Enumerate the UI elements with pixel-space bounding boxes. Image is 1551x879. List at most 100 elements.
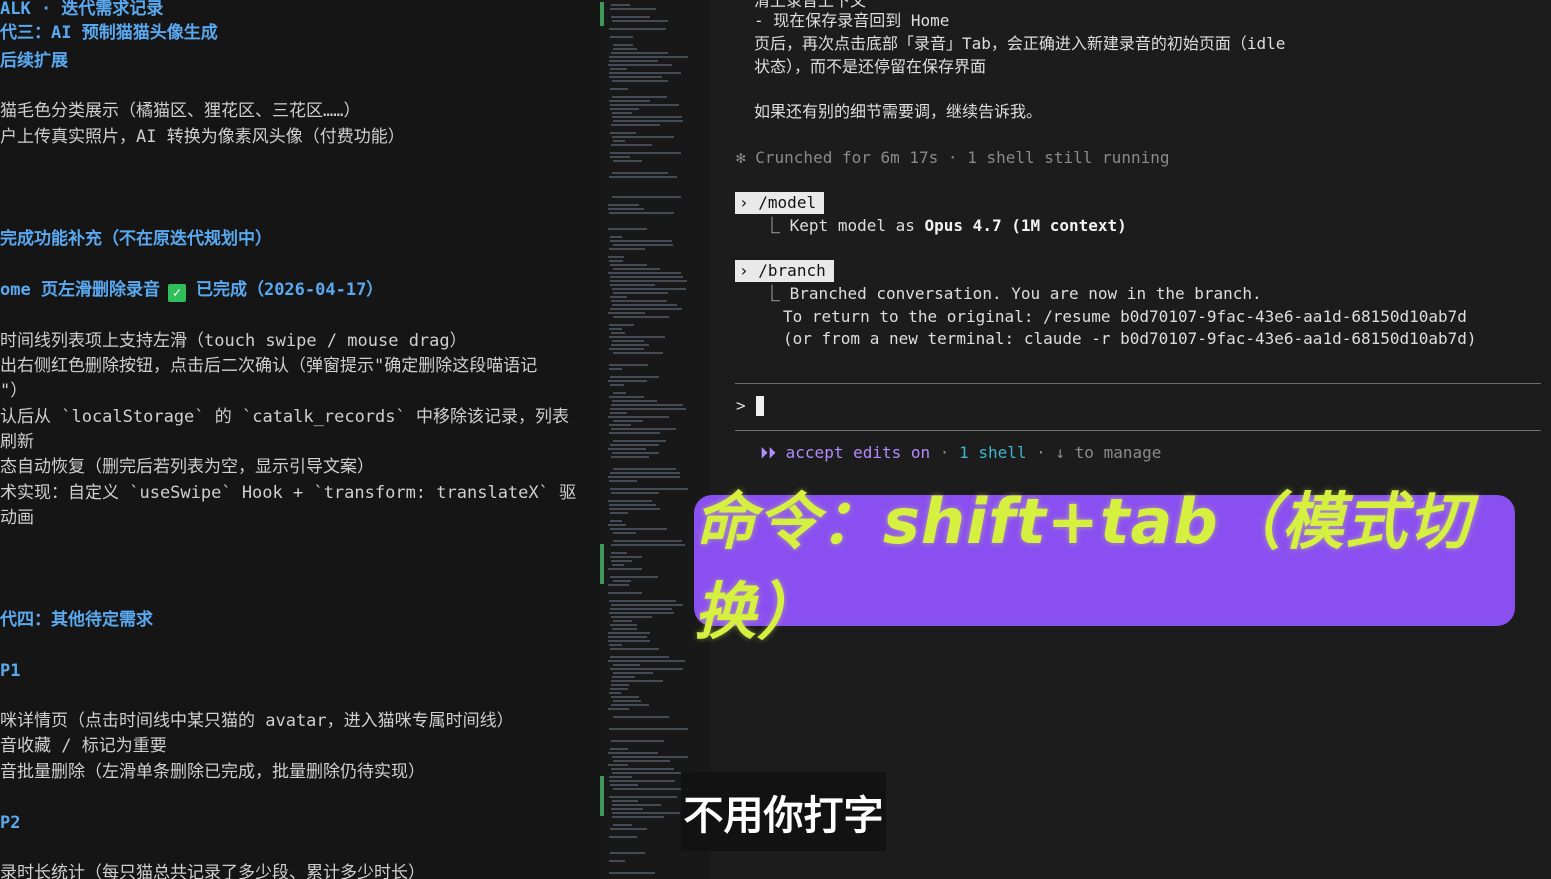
minimap-line [609, 212, 674, 214]
feature-title: ome 页左滑删除录音 [0, 280, 160, 300]
command-caption-banner: 命令：shift+tab（模式切换） [694, 485, 1515, 648]
crunched-status: ✻ Crunched for 6m 17s · 1 shell still ru… [736, 148, 1170, 167]
minimap-line [613, 664, 640, 666]
branch-result: ⎿ Branched conversation. You are now in … [764, 283, 1262, 305]
minimap-line [611, 456, 649, 458]
minimap-line [608, 380, 647, 382]
minimap-line [609, 396, 644, 398]
minimap-line [611, 300, 667, 302]
minimap-line [613, 788, 689, 790]
minimap-line [613, 532, 636, 534]
model-result-prefix: Kept model as [789, 216, 925, 235]
branch-command-label: /branch [758, 261, 826, 280]
minimap-line [608, 272, 681, 274]
minimap-line [610, 556, 642, 558]
minimap-line [613, 392, 626, 394]
minimap-line [611, 768, 674, 770]
banner-text: 命令：shift+tab（模式切换） [694, 484, 1471, 648]
terminal-pane[interactable]: 清上录音上下文 - 现在保存录音回到 Home 页后，再次点击底部「录音」Tab… [710, 0, 1551, 879]
minimap-line [611, 604, 683, 606]
video-subtitle: 不用你打字 [681, 772, 886, 851]
minimap-line [611, 684, 629, 686]
minimap-line [613, 268, 660, 270]
minimap-line [613, 468, 676, 470]
minimap-line [608, 208, 644, 210]
shell-count[interactable]: 1 shell [959, 443, 1026, 462]
minimap-line [611, 616, 652, 618]
minimap-line [609, 348, 644, 350]
minimap-line [608, 632, 650, 634]
priority-heading: P2 [0, 813, 21, 833]
minimap-line [611, 704, 649, 706]
minimap-line [609, 100, 650, 102]
terminal-output-line: - 现在保存录音回到 Home [754, 11, 950, 30]
minimap-line [612, 756, 688, 758]
minimap-line [610, 444, 659, 446]
list-item: 术实现：自定义 `useSwipe` Hook + `transform: tr… [0, 483, 577, 503]
minimap-line [612, 116, 682, 118]
editor-minimap[interactable] [600, 0, 710, 879]
minimap-line [613, 352, 663, 354]
minimap-line [610, 608, 672, 610]
minimap-line [613, 48, 637, 50]
minimap-line [613, 120, 683, 122]
minimap-line [608, 752, 658, 754]
minimap-line [610, 240, 672, 242]
minimap-line [608, 256, 624, 258]
list-item: 认后从 `localStorage` 的 `catalk_records` 中移… [0, 407, 569, 427]
branch-resume-line: To return to the original: /resume b0d70… [783, 307, 1467, 326]
minimap-line [611, 144, 652, 146]
manage-hint: ↓ to manage [1055, 443, 1162, 462]
minimap-line [608, 64, 672, 66]
minimap-line [612, 288, 686, 290]
minimap-line [609, 860, 625, 862]
model-command: › /model [735, 192, 825, 214]
terminal-output-line: 如果还有别的细节需要调，继续告诉我。 [754, 102, 1043, 121]
minimap-line [612, 804, 661, 806]
minimap-line [610, 748, 628, 750]
minimap-line [612, 20, 668, 22]
model-result-name: Opus 4.7 (1M context) [924, 216, 1127, 235]
minimap-line [610, 88, 628, 90]
minimap-line [612, 628, 637, 630]
section-heading: 代三：AI 预制猫猫头像生成 [0, 23, 218, 43]
minimap-line [613, 540, 682, 542]
minimap-line [609, 644, 622, 646]
list-item: 时间线列表项上支持左滑（touch swipe / mouse drag） [0, 331, 467, 351]
minimap-line [613, 140, 625, 142]
minimap-line [608, 764, 628, 766]
text-cursor[interactable] [756, 396, 764, 416]
minimap-line [609, 72, 681, 74]
list-item: 猫毛色分类展示（橘猫区、狸花区、三花区……） [0, 101, 361, 121]
minimap-line [613, 716, 669, 718]
minimap-line [613, 292, 668, 294]
minimap-line [610, 648, 659, 650]
minimap-line [610, 384, 624, 386]
status-separator: · [1026, 443, 1056, 462]
list-item: 音收藏 / 标记为重要 [0, 736, 167, 756]
minimap-line [610, 512, 628, 514]
minimap-line [608, 592, 642, 594]
minimap-line [610, 624, 637, 626]
minimap-line [609, 248, 645, 250]
minimap-line [609, 780, 675, 782]
branch-command: › /branch [735, 260, 834, 282]
minimap-line [612, 340, 644, 342]
minimap-line [610, 296, 627, 298]
minimap-line [608, 416, 669, 418]
terminal-output-line: 页后，再次点击底部「录音」Tab，会正确进入新建录音的初始页面（idle [754, 34, 1286, 53]
minimap-line [611, 808, 643, 810]
minimap-line [613, 440, 666, 442]
minimap-line [610, 412, 627, 414]
minimap-line [608, 476, 680, 478]
minimap-line [609, 796, 677, 798]
accept-edits-mode[interactable]: accept edits on [786, 443, 931, 462]
minimap-line [612, 172, 668, 174]
minimap-line [609, 76, 662, 78]
minimap-line [610, 104, 679, 106]
minimap-line [608, 500, 652, 502]
markdown-editor-pane[interactable]: ALK · 迭代需求记录 代三：AI 预制猫猫头像生成 后续扩展 猫毛色分类展示… [0, 0, 600, 879]
minimap-line [613, 620, 632, 622]
minimap-line [611, 680, 663, 682]
feature-heading: ome 页左滑删除录音 ✓ 已完成（2026-04-17） [0, 279, 383, 302]
